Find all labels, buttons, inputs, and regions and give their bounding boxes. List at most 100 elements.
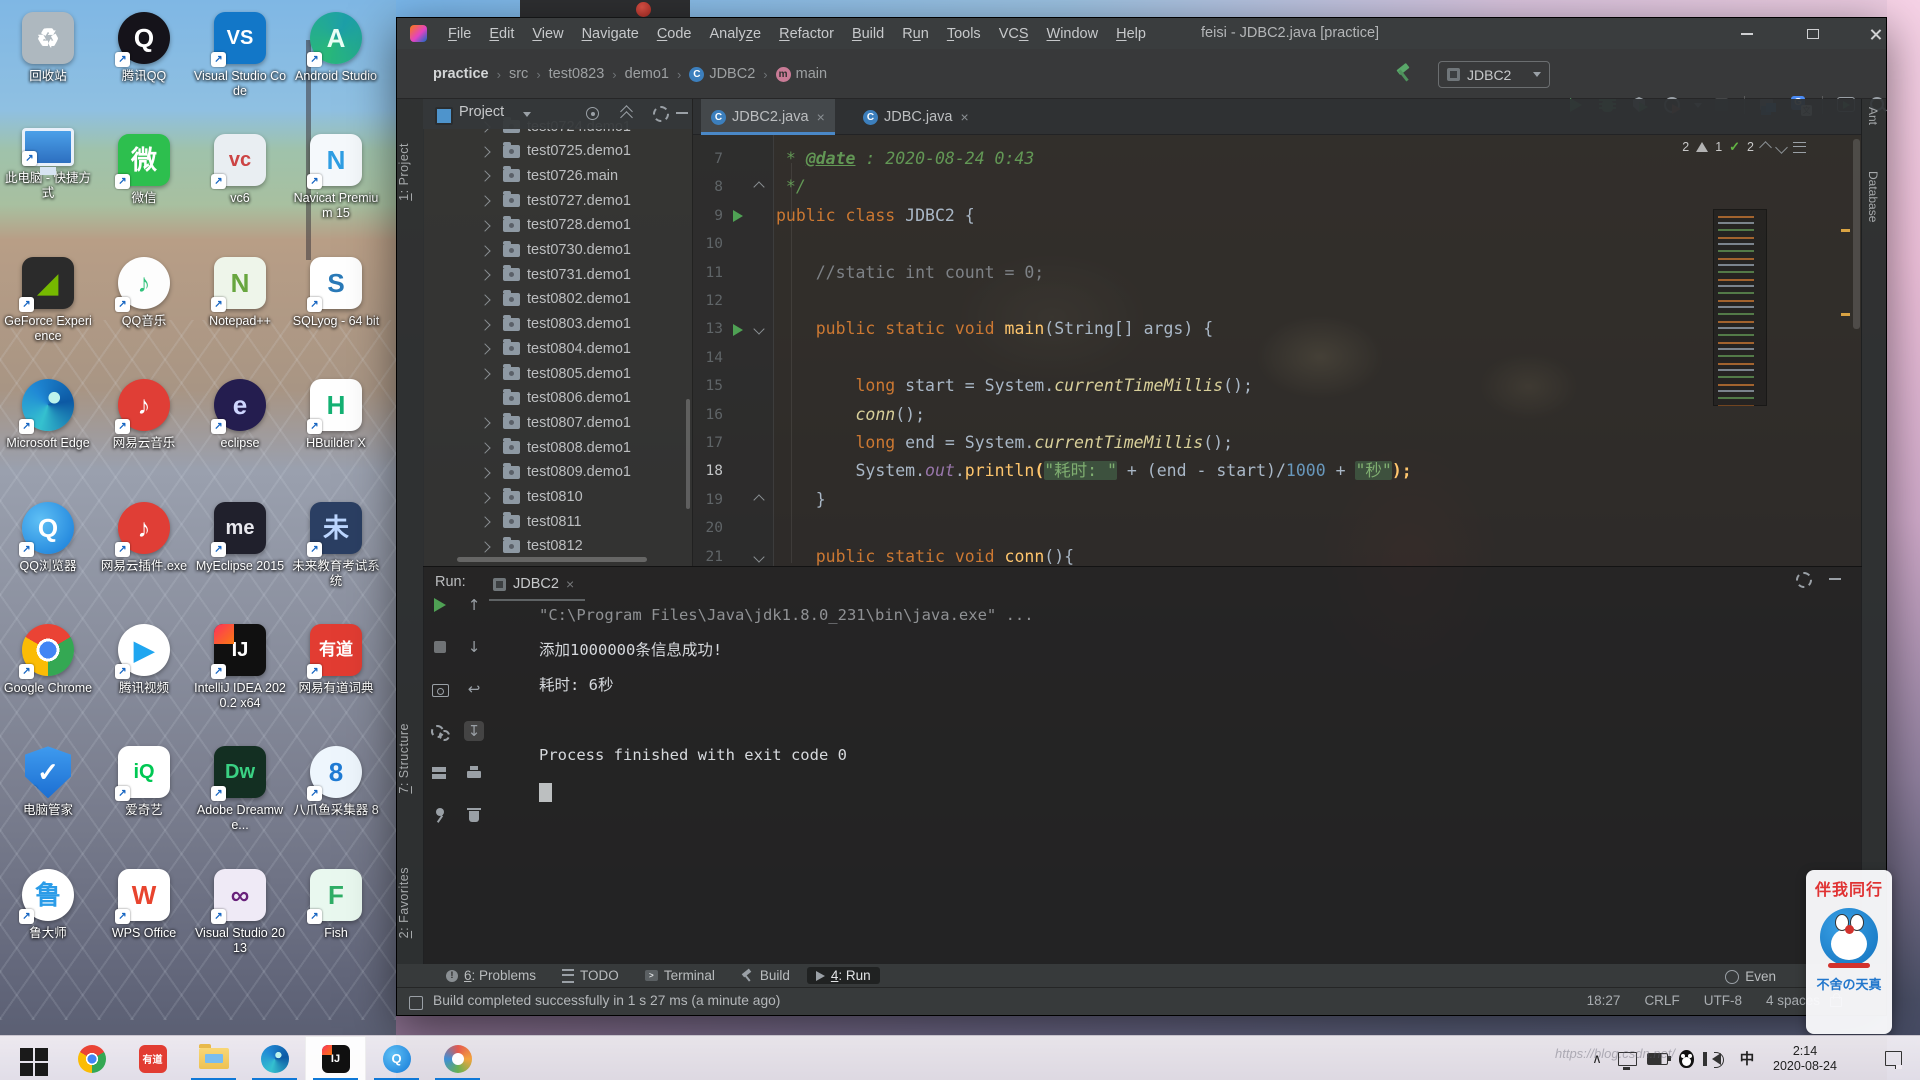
- fold-marker-icon[interactable]: [753, 324, 764, 335]
- desktop-icon[interactable]: 未↗未来教育考试系统: [289, 496, 383, 618]
- run-tab[interactable]: JDBC2 ×: [493, 571, 574, 597]
- close-icon[interactable]: ×: [961, 109, 969, 125]
- desktop-icon[interactable]: ♪↗网易云音乐: [97, 373, 191, 495]
- tool-window-button-run[interactable]: 4: Run: [807, 967, 880, 984]
- chevron-right-icon[interactable]: [479, 492, 490, 503]
- run-minimize-icon[interactable]: [1826, 570, 1846, 590]
- chevron-right-icon[interactable]: [479, 368, 490, 379]
- trash-icon[interactable]: [464, 805, 484, 825]
- tree-row[interactable]: test0811: [423, 509, 692, 534]
- chevron-right-icon[interactable]: [479, 442, 490, 453]
- taskbar-chrome[interactable]: [61, 1036, 122, 1080]
- close-button[interactable]: [1855, 18, 1895, 49]
- play-icon[interactable]: [430, 595, 450, 615]
- caret-position[interactable]: 18:27: [1587, 993, 1621, 1008]
- taskbar-file-explorer[interactable]: [183, 1036, 244, 1080]
- run-settings-gear-icon[interactable]: [1794, 570, 1814, 590]
- tool-window-button-build[interactable]: Build: [732, 967, 799, 984]
- tree-row[interactable]: test0725.demo1: [423, 139, 692, 164]
- gear-icon[interactable]: [651, 104, 671, 124]
- maximize-button[interactable]: [1793, 18, 1833, 49]
- tree-row[interactable]: test0731.demo1: [423, 262, 692, 287]
- tool-stripe-ant[interactable]: Ant: [1866, 107, 1880, 125]
- desktop-icon[interactable]: 鲁↗鲁大师: [1, 863, 95, 985]
- tree-row[interactable]: test0809.demo1: [423, 460, 692, 485]
- desktop-icon[interactable]: ♪↗网易云插件.exe: [97, 496, 191, 618]
- chevron-down-icon[interactable]: [523, 112, 531, 117]
- chevron-right-icon[interactable]: [479, 220, 490, 231]
- tool-window-button-problems[interactable]: !6: Problems: [437, 967, 545, 984]
- desktop-icon[interactable]: ↗Microsoft Edge: [1, 373, 95, 495]
- chevron-right-icon[interactable]: [479, 171, 490, 182]
- desktop-icon[interactable]: W↗WPS Office: [97, 863, 191, 985]
- camera-icon[interactable]: [430, 679, 450, 699]
- clock[interactable]: 2:14 2020-08-24: [1762, 1036, 1848, 1080]
- down-icon[interactable]: ↓: [464, 637, 484, 657]
- close-icon[interactable]: ×: [817, 109, 825, 125]
- chevron-right-icon[interactable]: [479, 344, 490, 355]
- qq-tray-icon[interactable]: [1674, 1036, 1698, 1080]
- tool-window-button-todo[interactable]: TODO: [553, 967, 628, 984]
- run-configuration-dropdown[interactable]: JDBC2: [1438, 61, 1550, 88]
- taskbar-start-button[interactable]: [0, 1036, 61, 1080]
- tree-row[interactable]: test0802.demo1: [423, 287, 692, 312]
- desktop-icon[interactable]: Q↗腾讯QQ: [97, 6, 191, 128]
- menu-item-file[interactable]: File: [439, 26, 480, 42]
- line-separator[interactable]: CRLF: [1644, 993, 1679, 1008]
- tree-vertical-scrollbar[interactable]: [686, 399, 690, 509]
- fold-marker-icon[interactable]: [753, 182, 764, 193]
- desktop-icon[interactable]: Dw↗Adobe Dreamwe...: [193, 740, 287, 862]
- chevron-right-icon[interactable]: [479, 418, 490, 429]
- tree-row[interactable]: test0808.demo1: [423, 435, 692, 460]
- chevron-right-icon[interactable]: [479, 195, 490, 206]
- locate-file-icon[interactable]: [583, 104, 603, 124]
- breadcrumb-item[interactable]: mmain: [776, 66, 827, 82]
- hide-panel-icon[interactable]: [673, 104, 693, 124]
- layout-icon[interactable]: [430, 763, 450, 783]
- tab-jdbc.java[interactable]: CJDBC.java×: [853, 99, 979, 135]
- status-window-icon[interactable]: [409, 996, 423, 1010]
- menu-item-view[interactable]: View: [523, 26, 572, 42]
- tree-row[interactable]: test0804.demo1: [423, 336, 692, 361]
- editor-scrollbar[interactable]: [1853, 139, 1860, 329]
- chevron-right-icon[interactable]: [479, 517, 490, 528]
- wrap-icon[interactable]: ↩: [464, 679, 484, 699]
- desktop-icon[interactable]: N↗Notepad++: [193, 251, 287, 373]
- menu-item-edit[interactable]: Edit: [480, 26, 523, 42]
- tool-stripe-database[interactable]: Database: [1866, 171, 1880, 222]
- breadcrumb-item[interactable]: practice: [433, 66, 489, 82]
- breadcrumb-item[interactable]: test0823: [549, 66, 605, 82]
- inspections-widget[interactable]: 21✓2: [1675, 138, 1806, 156]
- tree-row[interactable]: test0727.demo1: [423, 188, 692, 213]
- input-method-indicator[interactable]: 中: [1734, 1036, 1760, 1080]
- desktop-icon[interactable]: ↗Google Chrome: [1, 618, 95, 740]
- desktop-icon[interactable]: Q↗QQ浏览器: [1, 496, 95, 618]
- chevron-right-icon[interactable]: [479, 270, 490, 281]
- menu-item-analyze[interactable]: Analyze: [701, 26, 771, 42]
- desktop-icon[interactable]: ✓↗电脑管家: [1, 740, 95, 862]
- desktop-icon[interactable]: H↗HBuilder X: [289, 373, 383, 495]
- menu-item-window[interactable]: Window: [1038, 26, 1108, 42]
- desktop-icon[interactable]: 微↗微信: [97, 128, 191, 250]
- breadcrumb-item[interactable]: src: [509, 66, 528, 82]
- tree-row[interactable]: test0812: [423, 534, 692, 559]
- tree-horizontal-scrollbar[interactable]: [457, 557, 647, 562]
- desktop-icon[interactable]: me↗MyEclipse 2015: [193, 496, 287, 618]
- desktop-icon[interactable]: VS↗Visual Studio Code: [193, 6, 287, 128]
- desktop-icon[interactable]: S↗SQLyog - 64 bit: [289, 251, 383, 373]
- menu-item-refactor[interactable]: Refactor: [770, 26, 843, 42]
- taskbar-youdao[interactable]: 有道: [122, 1036, 183, 1080]
- desktop-icon[interactable]: ↗此电脑 - 快捷方式: [1, 128, 95, 250]
- chevron-right-icon[interactable]: [479, 146, 490, 157]
- collapse-all-icon[interactable]: [617, 104, 637, 124]
- tree-row[interactable]: test0730.demo1: [423, 238, 692, 263]
- chevron-right-icon[interactable]: [479, 294, 490, 305]
- desktop-icon[interactable]: ♪↗QQ音乐: [97, 251, 191, 373]
- desktop-icon[interactable]: vc↗vc6: [193, 128, 287, 250]
- desktop-icon[interactable]: ◢↗GeForce Experience: [1, 251, 95, 373]
- tree-row[interactable]: test0806.demo1: [423, 386, 692, 411]
- desktop-icon[interactable]: F↗Fish: [289, 863, 383, 985]
- desktop-icon[interactable]: 有道↗网易有道词典: [289, 618, 383, 740]
- project-panel-header[interactable]: Project: [423, 99, 692, 129]
- run-line-button[interactable]: [733, 210, 743, 222]
